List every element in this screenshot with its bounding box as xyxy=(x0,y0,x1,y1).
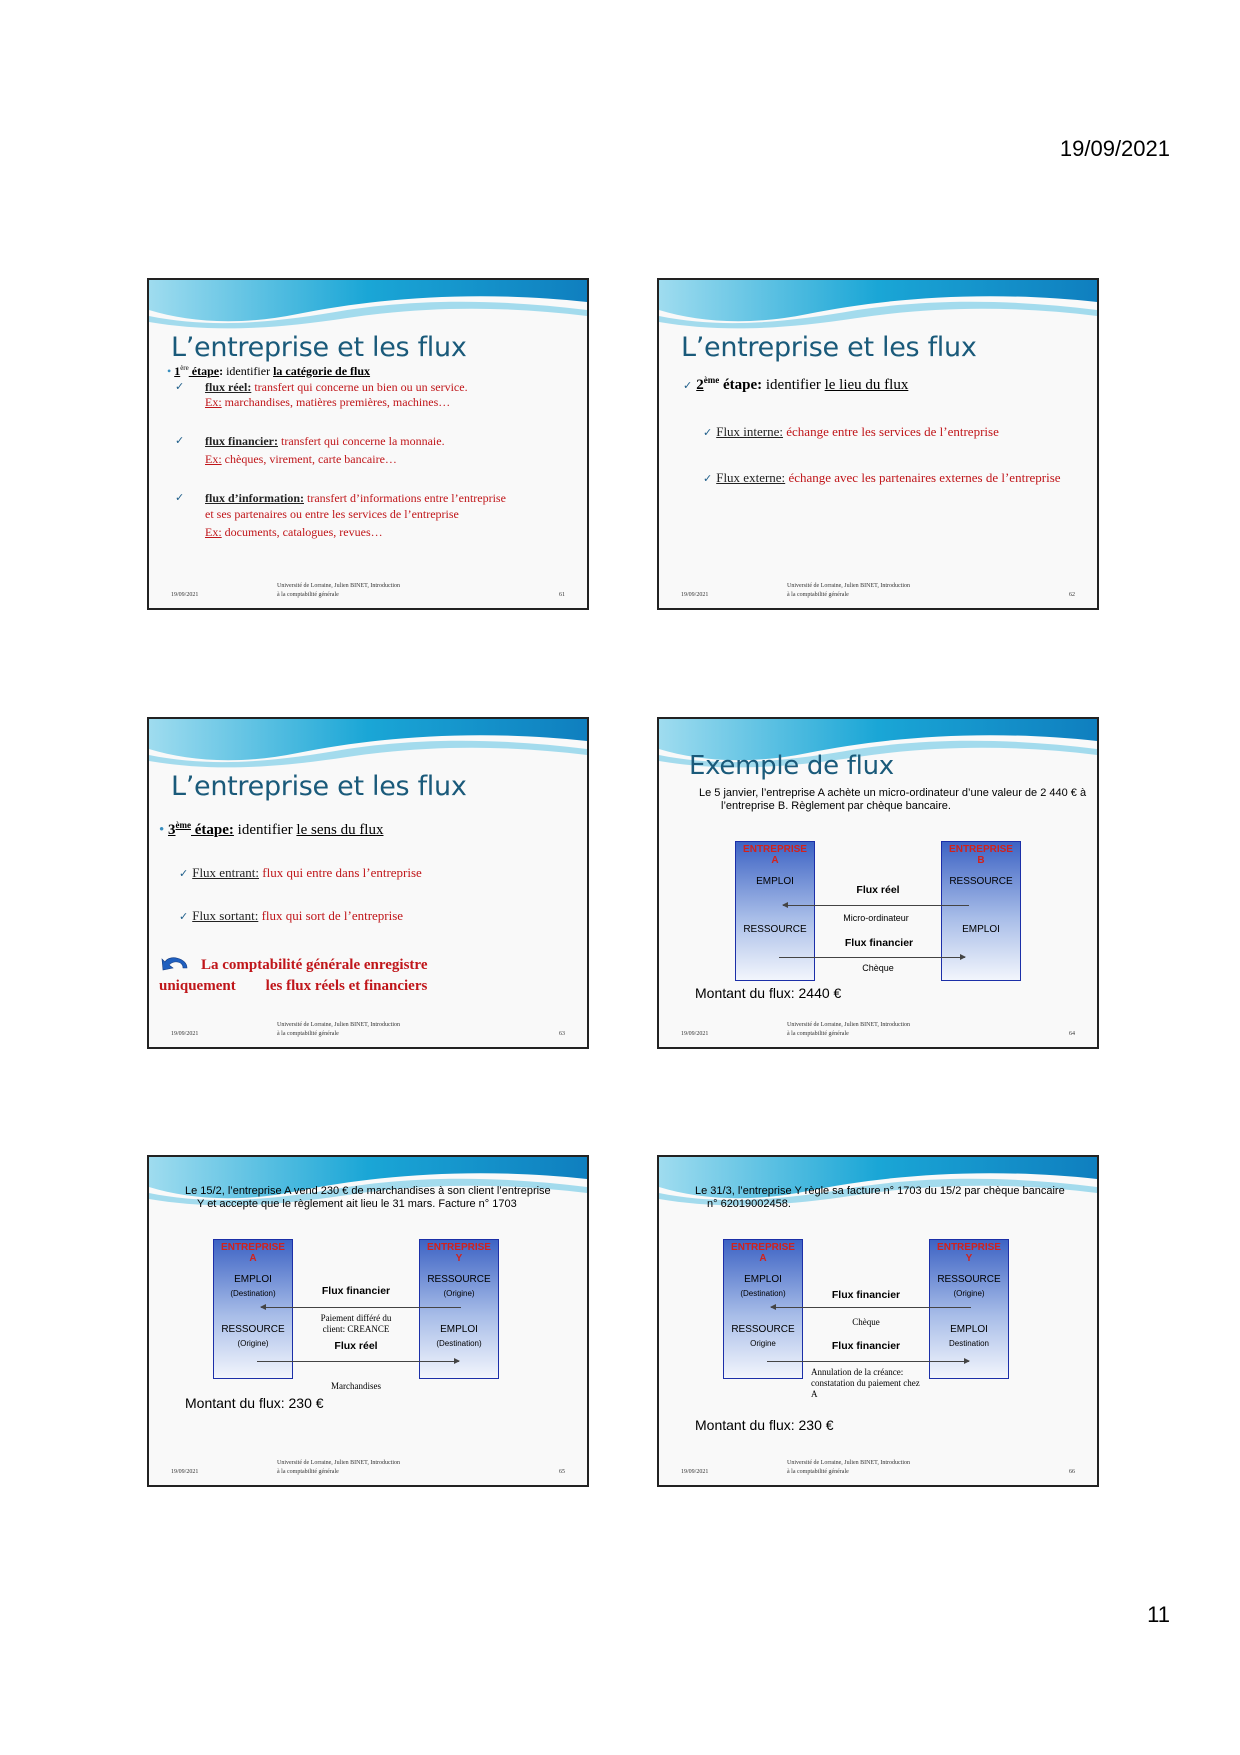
list-item: ✓ Flux sortant: flux qui sort de l’entrep… xyxy=(179,908,404,923)
check-icon: ✓ xyxy=(175,381,185,393)
list-item: ✓ Flux interne: échange entre les service… xyxy=(703,424,999,439)
slide-63: L’entreprise et les flux • 3ème étape: i… xyxy=(147,717,589,1049)
flow-label: Flux financier xyxy=(831,1289,901,1301)
flow-note: Paiement différé du client: CREANCE xyxy=(320,1313,392,1334)
flow-note: Annulation de la créance: constatation d… xyxy=(811,1367,920,1399)
slide-title: L’entreprise et les flux xyxy=(171,332,467,363)
slide-65: Le 15/2, l’entreprise A vend 230 € de ma… xyxy=(147,1155,589,1487)
flow-label: Flux financier xyxy=(321,1285,391,1297)
montant-text: Montant du flux: 230 € xyxy=(185,1395,324,1411)
header-wave xyxy=(659,280,1097,329)
bullet-icon: • xyxy=(159,822,165,838)
entity-a: ENTREPRISE A EMPLOI (Destination) RESSOUR… xyxy=(213,1239,293,1379)
arrow-left-icon xyxy=(770,1304,971,1310)
slide-footer: 19/09/2021 Université de Lorraine, Julie… xyxy=(681,583,1075,598)
flow-label: Flux réel xyxy=(334,1340,378,1352)
check-icon: ✓ xyxy=(175,492,185,504)
flow-note: Chèque xyxy=(862,963,894,973)
flow-note: Marchandises xyxy=(331,1381,381,1391)
entity-a: ENTREPRISE A EMPLOI (Destination) RESSOUR… xyxy=(723,1239,803,1379)
slide-footer: 19/09/2021 Université de Lorraine, Julie… xyxy=(171,583,565,598)
montant-text: Montant du flux: 230 € xyxy=(695,1417,834,1433)
montant-text: Montant du flux: 2440 € xyxy=(695,985,842,1001)
step-line: • 3ème étape: identifier le sens du flux xyxy=(159,820,384,838)
slide-footer: 19/09/2021 Université de Lorraine, Julie… xyxy=(171,1022,565,1037)
arrow-right-icon xyxy=(257,1358,460,1364)
page-number: 11 xyxy=(1147,1602,1170,1627)
intro-text: Le 5 janvier, l’entreprise A achète un m… xyxy=(699,787,1087,812)
slide-footer: 19/09/2021 Université de Lorraine, Julie… xyxy=(681,1022,1075,1037)
step-line: • 1ère étape: identifier la catégorie de… xyxy=(167,364,371,378)
arrow-left-icon xyxy=(260,1304,461,1310)
arrow-right-icon xyxy=(767,1358,970,1364)
check-icon: ✓ xyxy=(175,435,185,447)
flow-note: Chèque xyxy=(852,1317,880,1327)
slide-61: L’entreprise et les flux • 1ère étape: i… xyxy=(147,278,589,610)
list-item: ✓ flux d’information: transfert d’inform… xyxy=(175,491,506,539)
bullet-icon: • xyxy=(167,364,172,378)
slide-footer: 19/09/2021 Université de Lorraine, Julie… xyxy=(171,1460,565,1475)
conclusion-text: La comptabilité générale enregistre uniq… xyxy=(159,957,428,994)
arrow-right-icon xyxy=(779,954,966,960)
step-line: ✓ 2ème étape: identifier le lieu du flux xyxy=(683,375,909,393)
intro-text: Le 15/2, l’entreprise A vend 230 € de ma… xyxy=(185,1185,551,1210)
slide-62: L’entreprise et les flux ✓ 2ème étape: id… xyxy=(657,278,1099,610)
page-date: 19/09/2021 xyxy=(1059,136,1170,161)
flow-note: Micro-ordinateur xyxy=(843,913,909,923)
check-icon: ✓ xyxy=(179,868,189,880)
check-icon: ✓ xyxy=(703,473,713,485)
list-item: ✓ flux financier: transfert qui concerne… xyxy=(175,434,445,466)
slide-title: Exemple de flux xyxy=(689,751,894,781)
header-wave xyxy=(149,280,587,329)
check-icon: ✓ xyxy=(683,380,693,392)
list-item: ✓ Flux entrant: flux qui entre dans l’ent… xyxy=(179,865,422,880)
slide-64: Exemple de flux Le 5 janvier, l’entrepri… xyxy=(657,717,1099,1049)
arrow-left-icon xyxy=(782,902,969,908)
flow-label: Flux réel xyxy=(856,884,900,896)
intro-text: Le 31/3, l’entreprise Y règle sa facture… xyxy=(695,1185,1065,1210)
entity-b: ENTREPRISE B RESSOURCE EMPLOI xyxy=(941,841,1021,981)
check-icon: ✓ xyxy=(703,427,713,439)
slide-66: Le 31/3, l’entreprise Y règle sa facture… xyxy=(657,1155,1099,1487)
header-wave xyxy=(149,719,587,768)
check-icon: ✓ xyxy=(179,911,189,923)
list-item: ✓ flux réel: transfert qui concerne un b… xyxy=(175,380,468,409)
slide-title: L’entreprise et les flux xyxy=(681,332,977,363)
slide-title: L’entreprise et les flux xyxy=(171,771,467,802)
list-item: ✓ Flux externe: échange avec les partenai… xyxy=(703,470,1061,485)
slide-footer: 19/09/2021 Université de Lorraine, Julie… xyxy=(681,1460,1075,1475)
flow-label: Flux financier xyxy=(831,1340,901,1352)
flow-label: Flux financier xyxy=(844,937,914,949)
entity-a: ENTREPRISE A EMPLOI RESSOURCE xyxy=(735,841,815,981)
